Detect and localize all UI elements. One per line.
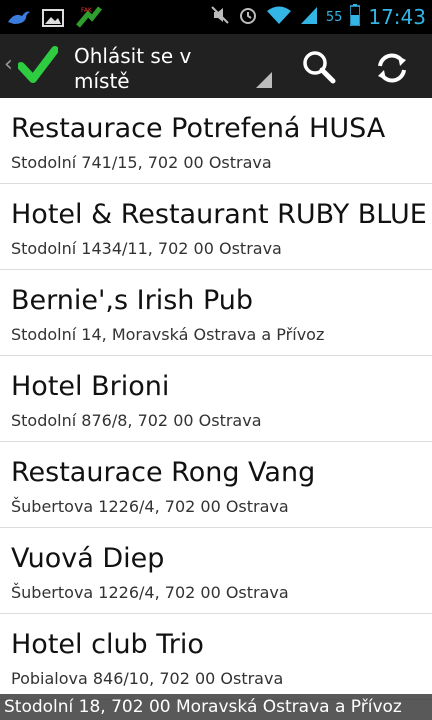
place-address: Stodolní 14, Moravská Ostrava a Přívoz: [11, 325, 325, 344]
spinner-icon[interactable]: [256, 72, 272, 92]
svg-text:FAK: FAK: [81, 7, 93, 14]
checkmark-icon[interactable]: [17, 46, 59, 88]
toast-message: Stodolní 18, 702 00 Moravská Ostrava a P…: [0, 694, 432, 720]
alarm-icon: [238, 5, 258, 29]
place-name: Restaurace Rong Vang: [11, 457, 316, 488]
list-item[interactable]: Restaurace Potrefená HUSA Stodolní 741/1…: [0, 98, 432, 184]
battery-percent: 55: [325, 9, 343, 25]
places-list: Restaurace Potrefená HUSA Stodolní 741/1…: [0, 98, 432, 700]
place-name: Hotel & Restaurant RUBY BLUE: [11, 199, 427, 230]
place-name: Vuová Diep: [11, 543, 165, 574]
image-icon: [42, 8, 64, 32]
list-item[interactable]: Hotel & Restaurant RUBY BLUE Stodolní 14…: [0, 184, 432, 270]
place-address: Stodolní 741/15, 702 00 Ostrava: [11, 153, 272, 172]
list-item[interactable]: Bernie',s Irish Pub Stodolní 14, Moravsk…: [0, 270, 432, 356]
list-item[interactable]: Hotel club Trio Pobialova 846/10, 702 00…: [0, 614, 432, 700]
mute-icon: [210, 5, 230, 29]
list-item[interactable]: Vuová Diep Šubertova 1226/4, 702 00 Ostr…: [0, 528, 432, 614]
action-bar: ‹ Ohlásit se v místě: [0, 34, 432, 98]
place-name: Hotel Brioni: [11, 371, 170, 402]
fake-location-icon: FAK: [74, 6, 104, 34]
place-name: Hotel club Trio: [11, 629, 204, 660]
place-name: Restaurace Potrefená HUSA: [11, 113, 386, 144]
wifi-icon: [266, 5, 292, 29]
back-icon[interactable]: ‹: [4, 52, 13, 77]
system-icons: 55 17:43: [210, 0, 426, 34]
refresh-icon[interactable]: [374, 50, 410, 90]
signal-icon: [300, 5, 318, 29]
bird-icon: [6, 8, 32, 32]
search-icon[interactable]: [302, 50, 336, 88]
place-address: Šubertova 1226/4, 702 00 Ostrava: [11, 497, 289, 516]
notification-icons: FAK: [6, 6, 104, 34]
place-address: Stodolní 876/8, 702 00 Ostrava: [11, 411, 262, 430]
list-item[interactable]: Restaurace Rong Vang Šubertova 1226/4, 7…: [0, 442, 432, 528]
battery-icon: [349, 4, 362, 30]
place-address: Pobialova 846/10, 702 00 Ostrava: [11, 669, 284, 688]
status-bar: FAK 55 17:43: [0, 0, 432, 34]
place-name: Bernie',s Irish Pub: [11, 285, 254, 316]
action-bar-title[interactable]: Ohlásit se v místě: [74, 44, 244, 94]
clock: 17:43: [368, 5, 426, 29]
place-address: Šubertova 1226/4, 702 00 Ostrava: [11, 583, 289, 602]
place-address: Stodolní 1434/11, 702 00 Ostrava: [11, 239, 282, 258]
list-item[interactable]: Hotel Brioni Stodolní 876/8, 702 00 Ostr…: [0, 356, 432, 442]
